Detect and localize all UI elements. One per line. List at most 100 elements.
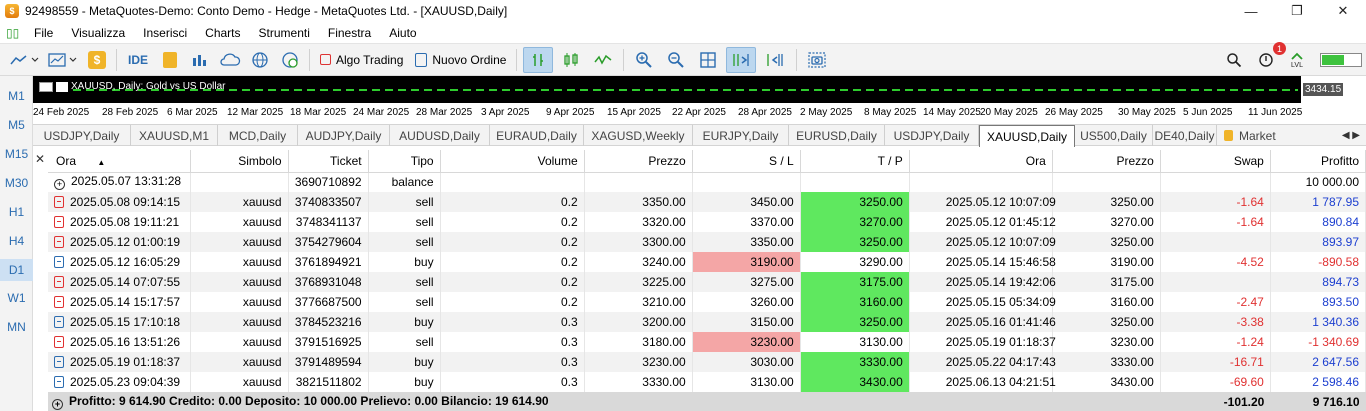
col-open-time[interactable]: Ora ▲ [48,150,191,173]
chart-canvas[interactable]: XAUUSD, Daily: Gold vs US Dollar [33,76,1301,103]
table-row[interactable]: 2025.05.14 15:17:57 xauusd 3776687500 sell 0… [48,292,1366,312]
buy-order-icon [54,256,64,268]
col-profit[interactable]: Profitto [1270,150,1366,173]
date-tick-label: 18 Mar 2025 [290,107,347,118]
col-symbol[interactable]: Simbolo [190,150,289,173]
restore-button[interactable]: ❐ [1274,0,1320,22]
line-chart-dropdown-icon[interactable] [8,47,42,73]
minimize-button[interactable]: — [1228,0,1274,22]
timeframe-h1[interactable]: H1 [0,201,33,223]
col-swap[interactable]: Swap [1160,150,1271,173]
cell-time: 2025.05.08 19:11:21 [48,212,191,232]
timeframe-m5[interactable]: M5 [0,114,33,136]
globe-icon[interactable] [247,47,273,73]
col-type[interactable]: Tipo [368,150,441,173]
new-order-button[interactable]: Nuovo Ordine [409,47,512,73]
col-stop-loss[interactable]: S / L [692,150,801,173]
vps-cloud-icon[interactable] [217,47,243,73]
menu-view[interactable]: Visualizza [65,26,137,40]
timeframe-w1[interactable]: W1 [0,287,33,309]
ide-button[interactable]: IDE [123,47,153,73]
cell-close-time: 2025.05.19 01:18:37 [909,332,1056,352]
cell-tp: 3175.00 [800,272,910,292]
close-panel-icon[interactable]: ✕ [35,152,45,166]
bar-chart-icon[interactable] [523,46,554,73]
menu-help[interactable]: Aiuto [383,26,428,40]
community-icon[interactable] [277,47,303,73]
line-chart-icon[interactable] [589,47,617,73]
table-row[interactable]: 2025.05.08 19:11:21 xauusd 3748341137 sell 0… [48,212,1366,232]
timeframe-m15[interactable]: M15 [0,143,33,165]
candlestick-icon[interactable] [557,47,585,73]
col-close-time[interactable]: Ora [909,150,1053,173]
date-tick-label: 6 Mar 2025 [167,107,218,118]
timeframe-m1[interactable]: M1 [0,85,33,107]
level-icon[interactable]: LVL [1284,47,1310,73]
menu-tools[interactable]: Strumenti [253,26,322,40]
balance-row[interactable]: +2025.05.07 13:31:28 3690710892 balance … [48,172,1366,192]
signals-icon[interactable] [187,47,213,73]
algo-trading-button[interactable]: Algo Trading [314,47,409,73]
cell-ticket: 3748341137 [288,212,369,232]
table-row[interactable]: 2025.05.08 09:14:15 xauusd 3740833507 sell 0… [48,192,1366,212]
chart-tab[interactable]: DE40,Daily [1153,125,1217,146]
chart-tab[interactable]: AUDUSD,Daily [390,125,490,146]
title-bar: $ 92498559 - MetaQuotes-Demo: Conto Demo… [0,0,1366,22]
table-row[interactable]: 2025.05.16 13:51:26 xauusd 3791516925 sell 0… [48,332,1366,352]
cell-profit: 894.73 [1270,272,1366,292]
tab-scroll-arrows[interactable]: ◀ ▶ [1342,125,1360,146]
cell-sl: 3260.00 [692,292,801,312]
chart-tab[interactable]: XAGUSD,Weekly [584,125,693,146]
zoom-in-icon[interactable] [630,47,658,73]
timeframe-mn[interactable]: MN [0,316,33,338]
tile-windows-icon[interactable] [694,47,722,73]
col-close-price[interactable]: Prezzo [1052,150,1161,173]
cell-type: sell [368,212,441,232]
menu-insert[interactable]: Inserisci [137,26,199,40]
table-row[interactable]: 2025.05.12 01:00:19 xauusd 3754279604 sell 0… [48,232,1366,252]
chart-tab[interactable]: US500,Daily [1075,125,1153,146]
cell-profit: 893.97 [1270,232,1366,252]
cell-volume: 0.2 [440,252,585,272]
chart-tab[interactable]: MCD,Daily [218,125,298,146]
chart-tab[interactable]: USDJPY,Daily [885,125,979,146]
table-row[interactable]: 2025.05.12 16:05:29 xauusd 3761894921 buy 0.… [48,252,1366,272]
cell-time: 2025.05.14 07:07:55 [48,272,191,292]
col-price[interactable]: Prezzo [584,150,693,173]
close-button[interactable]: ✕ [1320,0,1366,22]
timeframe-d1[interactable]: D1 [0,259,33,281]
table-row[interactable]: 2025.05.19 01:18:37 xauusd 3791489594 buy 0.… [48,352,1366,372]
table-row[interactable]: 2025.05.23 09:04:39 xauusd 3821511802 buy 0.… [48,372,1366,392]
chart-tab[interactable]: EURJPY,Daily [693,125,789,146]
market-coin-icon[interactable]: $ [84,47,110,73]
col-ticket[interactable]: Ticket [288,150,369,173]
tab-market[interactable]: Market [1218,125,1276,146]
chart-tab[interactable]: EURAUD,Daily [490,125,584,146]
chart-tab[interactable]: USDJPY,Daily [33,125,131,146]
market-bag-icon[interactable] [157,47,183,73]
chart-tab[interactable]: XAUUSD,M1 [131,125,218,146]
timeframe-m30[interactable]: M30 [0,172,33,194]
timeframe-h4[interactable]: H4 [0,230,33,252]
chart-menu-icon[interactable]: ▯▯ [6,26,24,40]
cell-type: sell [368,272,441,292]
chart-tab[interactable]: XAUUSD,Daily [979,125,1075,147]
cell-tp: 3130.00 [800,332,910,352]
zoom-out-icon[interactable] [662,47,690,73]
chart-tab[interactable]: EURUSD,Daily [789,125,885,146]
cell-time: 2025.05.15 17:10:18 [48,312,191,332]
table-row[interactable]: 2025.05.14 07:07:55 xauusd 3768931048 sell 0… [48,272,1366,292]
col-take-profit[interactable]: T / P [800,150,910,173]
chart-tab[interactable]: AUDJPY,Daily [298,125,390,146]
col-volume[interactable]: Volume [440,150,585,173]
search-icon[interactable] [1220,47,1248,73]
screenshot-icon[interactable] [803,47,831,73]
table-row[interactable]: 2025.05.15 17:10:18 xauusd 3784523216 buy 0.… [48,312,1366,332]
auto-scroll-icon[interactable] [726,46,757,73]
menu-window[interactable]: Finestra [322,26,383,40]
chart-shift-icon[interactable] [760,47,790,73]
menu-charts[interactable]: Charts [199,26,252,40]
notifications-icon[interactable]: 1 [1252,42,1286,73]
chart-window-dropdown-icon[interactable] [46,47,80,73]
menu-file[interactable]: File [28,26,65,40]
